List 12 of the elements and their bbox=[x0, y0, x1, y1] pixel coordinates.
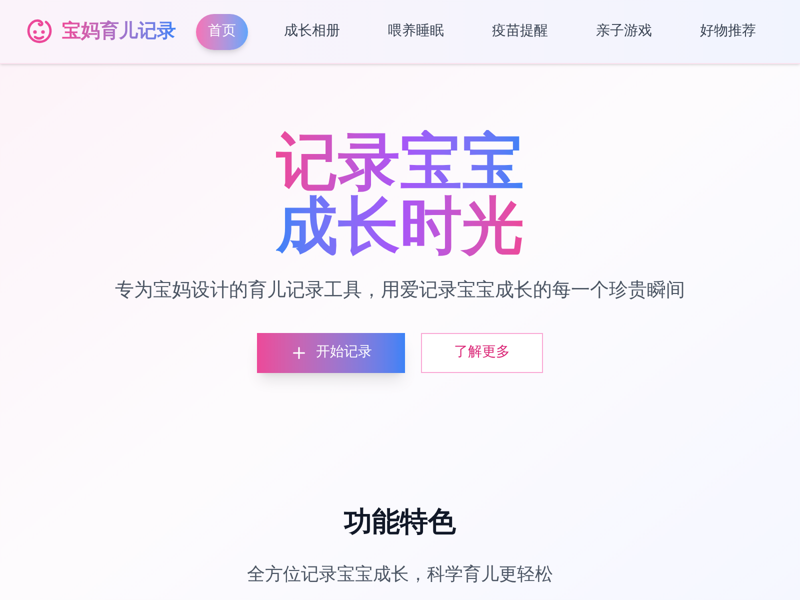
section-subtitle: 全方位记录宝宝成长，科学育儿更轻松 bbox=[247, 562, 553, 586]
start-record-button[interactable]: 开始记录 bbox=[257, 332, 405, 372]
nav-link[interactable]: 成长相册 bbox=[260, 14, 364, 50]
hero-subtitle: 专为宝妈设计的育儿记录工具，用爱记录宝宝成长的每一个珍贵瞬间 bbox=[115, 278, 685, 303]
hero-title: 记录宝宝 bbox=[276, 130, 524, 194]
nav-link[interactable]: 好物推荐 bbox=[676, 14, 780, 50]
section-title: 功能特色 bbox=[344, 504, 456, 540]
learn-more-button[interactable]: 了解更多 bbox=[421, 332, 543, 372]
nav-link[interactable]: 亲子游戏 bbox=[572, 14, 676, 50]
hero-title: 成长时光 bbox=[276, 194, 524, 258]
nav-link[interactable]: 疫苗提醒 bbox=[468, 14, 572, 50]
nav-link[interactable]: 喂养睡眠 bbox=[364, 14, 468, 50]
